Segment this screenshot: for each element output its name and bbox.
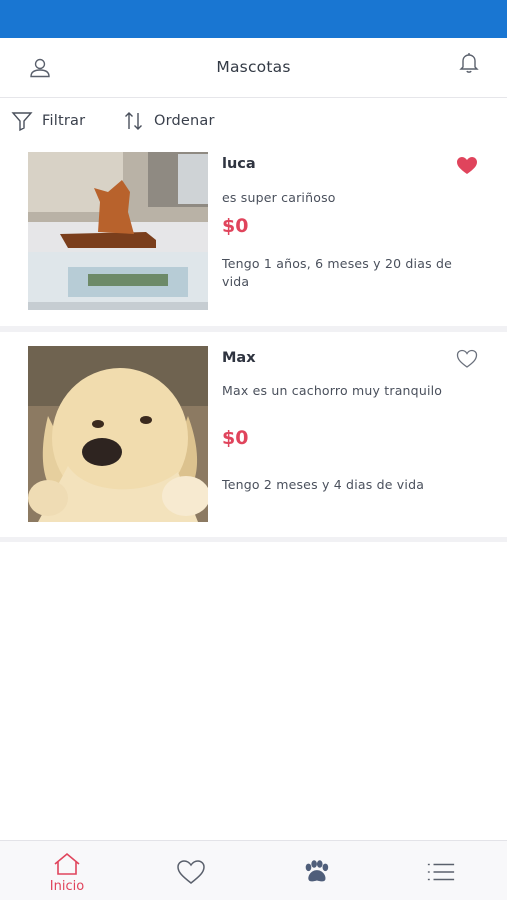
favorite-heart-filled-icon[interactable] [456, 156, 478, 176]
pet-photo-puppy[interactable] [28, 346, 208, 522]
filter-button[interactable]: Filtrar [11, 110, 85, 132]
nav-pets-tab[interactable] [300, 841, 332, 900]
list-icon [427, 863, 455, 881]
page-title: Mascotas [216, 58, 291, 76]
sort-arrows-icon [125, 112, 142, 130]
pet-description: es super cariñoso [222, 190, 336, 205]
nav-favorites-tab[interactable] [176, 841, 206, 900]
pet-card[interactable]: Max Max es un cachorro muy tranquilo $0 … [0, 332, 507, 537]
app-header: Mascotas [0, 38, 507, 98]
filter-label: Filtrar [42, 113, 86, 129]
pet-age: Tengo 1 años, 6 meses y 20 dias de vida [222, 256, 453, 289]
bottom-navigation: Inicio [0, 840, 507, 900]
pet-name: Max [222, 350, 256, 366]
nav-home-tab[interactable]: Inicio [42, 841, 92, 900]
status-bar [0, 0, 507, 38]
home-icon [54, 852, 80, 875]
notifications-bell-icon[interactable] [456, 50, 482, 76]
sort-button[interactable]: Ordenar [123, 110, 215, 132]
pet-age: Tengo 2 meses y 4 dias de vida [222, 477, 425, 492]
pet-photo-cat-figurine[interactable] [28, 152, 208, 310]
sort-label: Ordenar [154, 113, 215, 129]
pet-name: luca [222, 156, 256, 172]
pet-price: $0 [222, 427, 249, 449]
filter-sort-toolbar: Filtrar Ordenar [0, 98, 507, 142]
nav-menu-tab[interactable] [425, 841, 457, 900]
paw-icon [305, 860, 329, 882]
pet-price: $0 [222, 215, 249, 237]
nav-home-label: Inicio [49, 879, 85, 894]
filter-icon [11, 112, 33, 132]
pet-description: Max es un cachorro muy tranquilo [222, 383, 443, 398]
heart-icon [177, 860, 205, 884]
pet-card[interactable]: luca es super cariñoso $0 Tengo 1 años, … [0, 142, 507, 326]
card-separator [0, 537, 507, 542]
favorite-heart-outline-icon[interactable] [456, 349, 478, 369]
